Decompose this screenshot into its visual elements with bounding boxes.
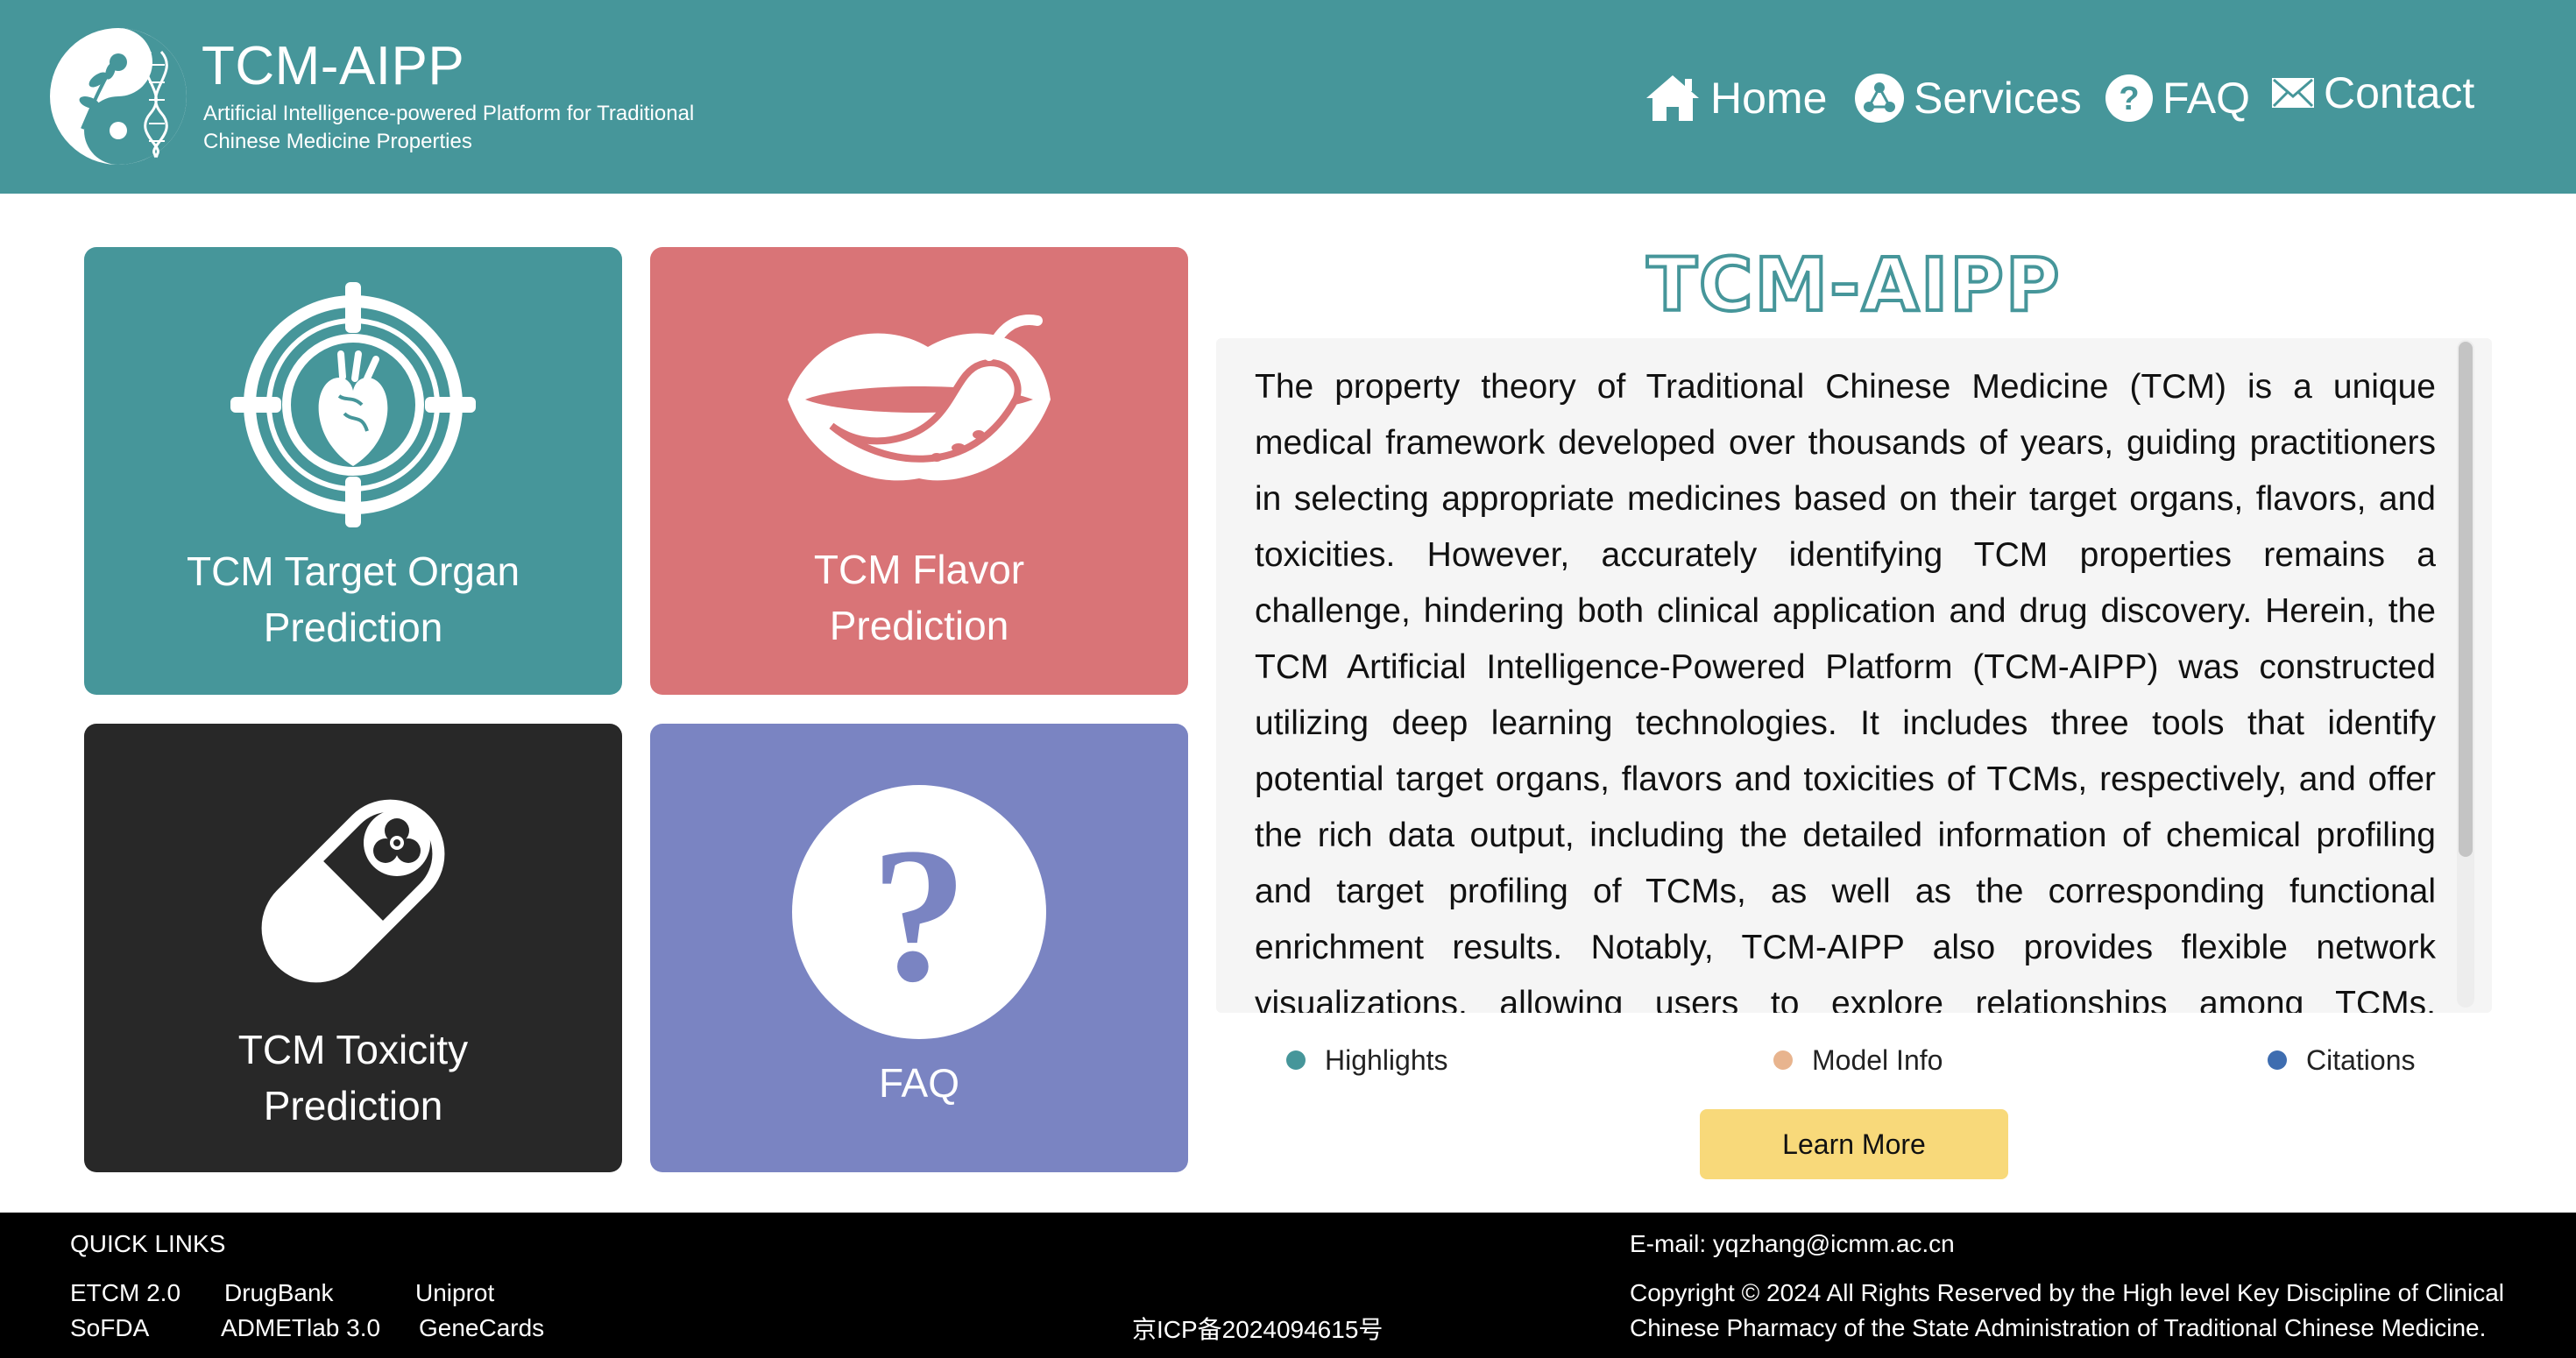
nav-faq-label: FAQ — [2162, 74, 2251, 123]
question-circle-icon: ? — [2105, 74, 2153, 122]
svg-text:?: ? — [871, 808, 967, 1022]
link-admetlab[interactable]: ADMETlab 3.0 — [221, 1311, 380, 1346]
tile-faq-label: FAQ — [650, 1055, 1188, 1111]
quick-links-title: QUICK LINKS — [70, 1230, 226, 1257]
panel-logo-text: TCM-AIPP — [1647, 242, 2062, 326]
intro-scrollbar-thumb[interactable] — [2459, 342, 2473, 857]
link-drugbank[interactable]: DrugBank — [224, 1276, 334, 1311]
tile-target-label-line1: TCM Target Organ — [186, 548, 520, 594]
tile-target-organ-prediction[interactable]: TCM Target Organ Prediction — [84, 247, 622, 695]
link-genecards[interactable]: GeneCards — [419, 1311, 544, 1346]
tab-highlights[interactable]: Highlights — [1286, 1043, 1448, 1078]
site-subtitle-line2: Chinese Medicine Properties — [203, 130, 472, 153]
link-uniprot[interactable]: Uniprot — [415, 1276, 494, 1311]
tile-tox-label: TCM Toxicity Prediction — [84, 1022, 622, 1134]
tile-tox-label-line1: TCM Toxicity — [237, 1027, 469, 1072]
site-subtitle: Artificial Intelligence-powered Platform… — [203, 100, 729, 156]
nav-contact[interactable]: Contact — [2271, 67, 2474, 119]
tile-flavor-icon-wrap — [650, 294, 1188, 505]
lips-chili-icon — [788, 315, 1051, 481]
highlights-dot-icon — [1286, 1050, 1306, 1070]
biohazard-pill-icon — [261, 799, 445, 983]
site-footer: QUICK LINKS ETCM 2.0 DrugBank Uniprot So… — [0, 1213, 2576, 1358]
tile-flavor-label-line1: TCM Flavor — [813, 547, 1025, 592]
intro-text: The property theory of Traditional Chine… — [1255, 368, 2436, 1013]
envelope-icon — [2272, 78, 2314, 108]
nav-faq[interactable]: ? FAQ — [2105, 72, 2250, 124]
tab-citations-label: Citations — [2306, 1044, 2416, 1076]
tile-flavor-label-line2: Prediction — [829, 603, 1009, 648]
question-circle-icon: ? — [792, 785, 1046, 1039]
tab-model-info[interactable]: Model Info — [1773, 1043, 1943, 1078]
nav-contact-label: Contact — [2324, 68, 2475, 117]
model-info-dot-icon — [1773, 1050, 1793, 1070]
citations-dot-icon — [2268, 1050, 2287, 1070]
tile-flavor-prediction[interactable]: TCM Flavor Prediction — [650, 247, 1188, 695]
tab-model-info-label: Model Info — [1812, 1044, 1943, 1076]
link-etcm[interactable]: ETCM 2.0 — [70, 1276, 180, 1311]
tile-target-label: TCM Target Organ Prediction — [84, 543, 622, 655]
nav-home[interactable]: Home — [1644, 72, 1827, 124]
yin-yang-herb-dna-logo[interactable] — [47, 25, 189, 167]
tile-target-label-line2: Prediction — [263, 605, 443, 650]
tab-highlights-label: Highlights — [1325, 1044, 1448, 1076]
home-icon — [1646, 75, 1699, 121]
contact-email: E-mail: yqzhang@icmm.ac.cn — [1630, 1230, 1955, 1257]
copyright-line1: Copyright © 2024 All Rights Reserved by … — [1630, 1279, 2504, 1306]
nav-services-label: Services — [1914, 74, 2082, 123]
heart-target-icon — [230, 282, 476, 527]
link-sofda[interactable]: SoFDA — [70, 1311, 149, 1346]
site-subtitle-line1: Artificial Intelligence-powered Platform… — [203, 102, 695, 125]
intro-scroll-box[interactable]: The property theory of Traditional Chine… — [1216, 338, 2492, 1013]
tile-target-icon-wrap — [84, 282, 622, 527]
tile-faq-icon-wrap: ? — [650, 785, 1188, 1039]
tile-tox-icon-wrap — [84, 764, 622, 1018]
nav-home-label: Home — [1710, 74, 1828, 123]
svg-text:?: ? — [2119, 81, 2139, 117]
learn-more-button[interactable]: Learn More — [1700, 1109, 2008, 1179]
icp-record-link[interactable]: 京ICP备2024094615号 — [1132, 1312, 1383, 1347]
tile-faq[interactable]: ? FAQ — [650, 724, 1188, 1172]
tile-toxicity-prediction[interactable]: TCM Toxicity Prediction — [84, 724, 622, 1172]
intro-scrollbar[interactable] — [2457, 340, 2474, 1008]
tab-citations[interactable]: Citations — [2268, 1043, 2416, 1078]
tcm-aipp-outline-logo: TCM-AIPP — [1645, 242, 2062, 326]
nav-services[interactable]: Services — [1854, 72, 2082, 124]
copyright-line2: Chinese Pharmacy of the State Administra… — [1630, 1314, 2487, 1341]
network-icon — [1855, 74, 1904, 123]
tile-flavor-label: TCM Flavor Prediction — [650, 541, 1188, 654]
tile-faq-label-line1: FAQ — [878, 1060, 960, 1106]
tile-tox-label-line2: Prediction — [263, 1083, 443, 1128]
site-header: TCM-AIPP Artificial Intelligence-powered… — [0, 0, 2576, 194]
site-title[interactable]: TCM-AIPP — [202, 33, 464, 100]
